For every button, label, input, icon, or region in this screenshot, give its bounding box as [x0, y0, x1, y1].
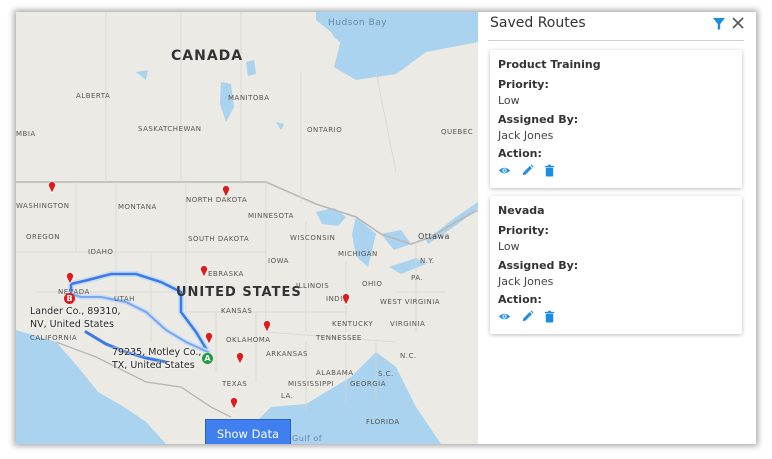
map-label-arkansas: ARKANSAS — [266, 350, 308, 358]
map-label-minnesota: MINNESOTA — [248, 212, 294, 220]
priority-value: Low — [498, 94, 520, 107]
app-window: Hudson Bay CANADA ALBERTA MANITOBA SASKA… — [16, 12, 756, 444]
map-label-georgia: GEORGIA — [350, 380, 386, 388]
map-label-hudson-bay: Hudson Bay — [328, 18, 387, 28]
map-label-ny: N.Y. — [420, 257, 435, 265]
map-pin-icon[interactable] — [340, 293, 352, 305]
map-label-mbia: MBIA — [16, 130, 36, 138]
map-label-gulf: Gulf of — [292, 434, 323, 443]
assigned-by-label: Assigned By: — [498, 113, 579, 126]
route-start-marker[interactable]: A — [202, 353, 213, 364]
route-name: Nevada — [498, 204, 545, 217]
map-label-pa: PA. — [411, 274, 424, 282]
route-card[interactable]: Product Training Priority: Low Assigned … — [490, 50, 742, 188]
priority-label: Priority: — [498, 78, 549, 91]
assigned-by-value: Jack Jones — [498, 129, 554, 142]
map-pin-icon[interactable] — [261, 320, 273, 332]
map-pin-icon[interactable] — [198, 265, 210, 277]
map-label-oregon: OREGON — [26, 233, 60, 241]
map-label-ottawa: Ottawa — [418, 232, 450, 241]
map-pin-icon[interactable] — [220, 185, 232, 197]
map-label-saskatchewan: SASKATCHEWAN — [138, 125, 202, 133]
map-label-nebraska: EBRASKA — [208, 270, 244, 278]
map-label-mississippi: MISSISSIPPI — [288, 380, 335, 388]
route-name: Product Training — [498, 58, 601, 71]
action-label: Action: — [498, 293, 542, 306]
trash-icon[interactable] — [543, 310, 556, 323]
map-label-kentucky: KENTUCKY — [332, 320, 374, 328]
filter-icon[interactable] — [712, 17, 726, 31]
map-label-utah: UTAH — [114, 295, 135, 303]
map-label-alabama: ALABAMA — [316, 369, 354, 377]
map-label-michigan: MICHIGAN — [338, 250, 378, 258]
map-pin-icon[interactable] — [203, 332, 215, 344]
saved-routes-panel: Saved Routes Product Training Priority: … — [478, 12, 756, 444]
assigned-by-label: Assigned By: — [498, 259, 579, 272]
map-label-alberta: ALBERTA — [76, 92, 111, 100]
pencil-icon[interactable] — [521, 310, 534, 323]
panel-divider — [488, 40, 744, 41]
map-label-la: LA. — [281, 392, 294, 400]
map-label-kansas: KANSAS — [221, 307, 253, 315]
route-end-marker[interactable]: B — [64, 293, 75, 304]
map-label-virginia: VIRGINIA — [390, 320, 426, 328]
map-label-tennessee: TENNESSEE — [316, 334, 362, 342]
map-label-washington: WASHINGTON — [16, 202, 70, 210]
map-pin-icon[interactable] — [64, 272, 76, 284]
map-label-florida: FLORIDA — [366, 418, 400, 426]
close-icon[interactable] — [730, 15, 746, 31]
map-pin-icon[interactable] — [46, 181, 58, 193]
eye-icon[interactable] — [498, 164, 511, 177]
map-label-idaho: IDAHO — [88, 248, 114, 256]
origin-address-label: 79235, Motley Co., TX, United States — [112, 346, 201, 372]
trash-icon[interactable] — [543, 164, 556, 177]
assigned-by-value: Jack Jones — [498, 275, 554, 288]
map-label-south-dakota: SOUTH DAKOTA — [188, 235, 250, 243]
priority-label: Priority: — [498, 224, 549, 237]
priority-value: Low — [498, 240, 520, 253]
map-label-quebec: QUEBEC — [441, 128, 474, 136]
show-data-button[interactable]: Show Data — [205, 419, 291, 444]
destination-address-text: Lander Co., 89310, NV, United States — [30, 306, 121, 330]
map-label-montana: MONTANA — [118, 203, 157, 211]
map-label-ontario: ONTARIO — [307, 126, 343, 134]
map-label-north-dakota: NORTH DAKOTA — [186, 196, 248, 204]
action-label: Action: — [498, 147, 542, 160]
map-label-california: CALIFORNIA — [30, 334, 78, 342]
map-label-manitoba: MANITOBA — [228, 94, 270, 102]
map-label-illinois: ILLINOIS — [296, 282, 330, 290]
map-label-sc: S.C. — [378, 370, 394, 378]
panel-title: Saved Routes — [490, 15, 586, 31]
map-label-nc: N.C. — [400, 352, 417, 360]
map-view[interactable]: Hudson Bay CANADA ALBERTA MANITOBA SASKA… — [16, 12, 478, 444]
destination-address-label: Lander Co., 89310, NV, United States — [30, 305, 121, 331]
origin-address-text: 79235, Motley Co., TX, United States — [112, 347, 202, 371]
map-label-texas: TEXAS — [222, 380, 248, 388]
map-label-ohio: OHIO — [362, 280, 383, 288]
map-label-canada: CANADA — [171, 48, 244, 64]
map-pin-icon[interactable] — [228, 397, 240, 409]
map-label-iowa: IOWA — [268, 257, 289, 265]
route-card[interactable]: Nevada Priority: Low Assigned By: Jack J… — [490, 196, 742, 334]
map-label-west-virginia: WEST VIRGINIA — [380, 298, 441, 306]
pencil-icon[interactable] — [521, 164, 534, 177]
map-label-united-states: UNITED STATES — [176, 285, 302, 300]
map-label-wisconsin: WISCONSIN — [290, 234, 336, 242]
map-label-oklahoma: OKLAHOMA — [226, 336, 271, 344]
map-pin-icon[interactable] — [234, 352, 246, 364]
eye-icon[interactable] — [498, 310, 511, 323]
